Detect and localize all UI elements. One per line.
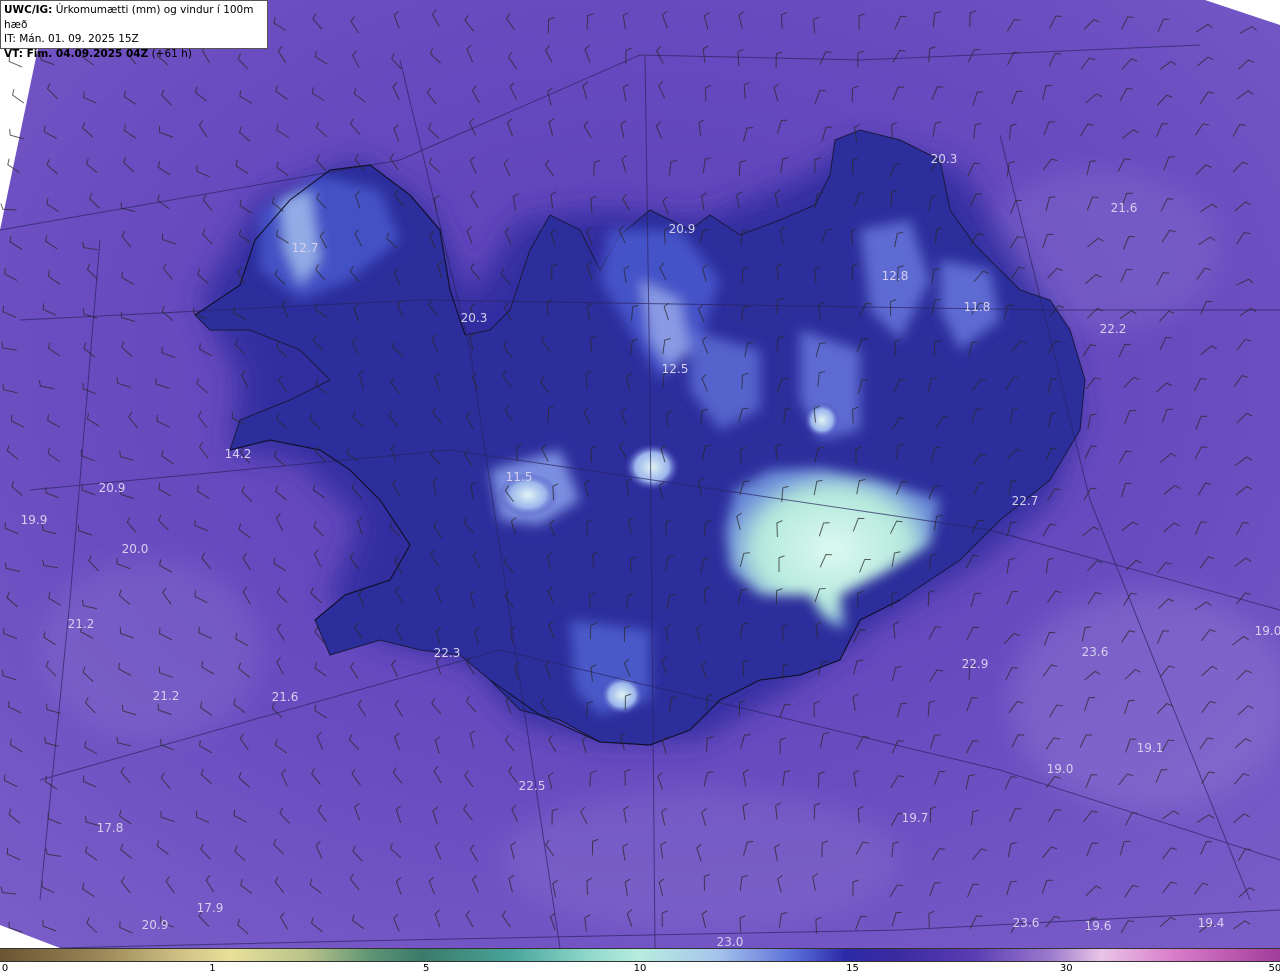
map-value-label: 22.2 (1099, 322, 1127, 336)
map-value-label: 11.5 (505, 470, 533, 484)
map-value-label: 19.0 (1046, 762, 1074, 776)
colorbar-tick-label: 5 (423, 963, 430, 974)
map-canvas: 20.3 21.6 20.9 12.7 12.8 11.8 20.3 22.2 12.5 14.2… (0, 0, 1280, 978)
map-value-label: 23.6 (1081, 645, 1109, 659)
valid-time: VT: Fim. 04.09.2025 04Z (4, 47, 149, 60)
colorbar-tick-label: 15 (846, 963, 859, 974)
map-value-label: 14.2 (224, 447, 252, 461)
map-value-label: 22.9 (961, 657, 989, 671)
map-value-label: 19.0 (1254, 624, 1280, 638)
map-value-label: 19.6 (1084, 919, 1112, 933)
map-value-label: 20.3 (460, 311, 488, 325)
map-value-label: 23.6 (1012, 916, 1040, 930)
precip-patch (624, 443, 680, 491)
map-value-label: 20.9 (668, 222, 696, 236)
map-value-label: 17.8 (96, 821, 124, 835)
map-value-label: 20.9 (98, 481, 126, 495)
map-value-label: 11.8 (963, 300, 991, 314)
map-value-label: 22.3 (433, 646, 461, 660)
colorbar: 0 1 5 10 15 30 50 (0, 948, 1280, 978)
colorbar-tick-label: 1 (209, 963, 216, 974)
colorbar-tick-label: 30 (1059, 963, 1073, 974)
map-value-label: 21.6 (1110, 201, 1138, 215)
map-value-label: 17.9 (196, 901, 224, 915)
map-value-label: 20.9 (141, 918, 169, 932)
map-value-label: 19.4 (1197, 916, 1225, 930)
colorbar-gradient (0, 948, 1280, 962)
precip-patch (804, 402, 840, 438)
map-value-label: 20.3 (930, 152, 958, 166)
map-value-label: 20.0 (121, 542, 149, 556)
colorbar-tick-label: 10 (633, 963, 647, 974)
colorbar-tick-label: 0 (1, 963, 9, 974)
map-value-label: 19.1 (1136, 741, 1164, 755)
title-line: UWC/IG: Úrkomumætti (mm) og vindur í 100… (4, 3, 264, 32)
precip-patch (600, 675, 644, 715)
valid-offset: (+61 h) (151, 47, 192, 60)
map-value-label: 19.7 (901, 811, 929, 825)
model-label: UWC/IG: (4, 4, 53, 16)
valid-time-line: VT: Fim. 04.09.2025 04Z (+61 h) (4, 47, 264, 62)
map-value-label: 21.2 (152, 689, 180, 703)
map-value-label: 21.2 (67, 617, 95, 631)
map-value-label: 12.8 (881, 269, 909, 283)
info-box: UWC/IG: Úrkomumætti (mm) og vindur í 100… (0, 0, 268, 60)
map-value-label: 12.5 (661, 362, 689, 376)
map-svg (0, 0, 1280, 948)
map-value-label: 12.7 (291, 241, 319, 255)
map-value-label: 23.0 (716, 935, 744, 949)
map-value-label: 21.6 (271, 690, 299, 704)
colorbar-tick-label: 50 (1268, 963, 1280, 974)
map-value-label: 19.9 (20, 513, 48, 527)
map-value-label: 22.7 (1011, 494, 1039, 508)
map-value-label: 22.5 (518, 779, 546, 793)
initial-time: IT: Mán. 01. 09. 2025 15Z (4, 33, 139, 45)
